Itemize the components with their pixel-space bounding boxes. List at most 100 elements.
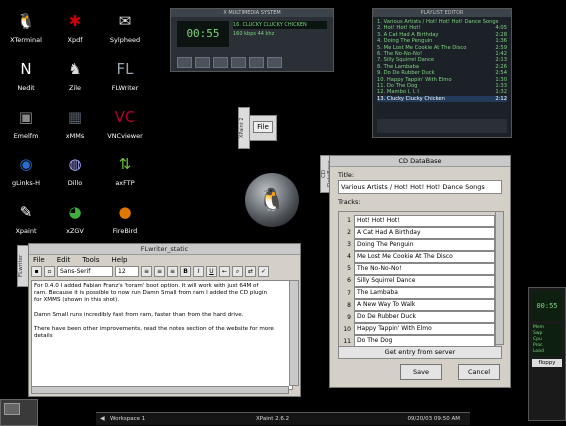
cancel-button[interactable]: Cancel [458, 364, 500, 380]
desktop-icon-flwriter[interactable]: FL FLWriter [97, 56, 153, 92]
flwriter-titlebar[interactable]: FLwriter_static [29, 244, 300, 255]
desktop-icon-label: axFTP [115, 179, 135, 187]
vertical-scrollbar[interactable] [289, 280, 299, 386]
save-icon[interactable]: ▪ [31, 266, 42, 277]
album-title-field[interactable]: Various Artists / Hot! Hot! Hot! Dance S… [338, 180, 502, 194]
stop-button[interactable] [231, 57, 246, 68]
menu-tools[interactable]: Tools [82, 255, 99, 265]
previous-button[interactable] [177, 57, 192, 68]
track-number: 2 [347, 229, 351, 237]
desktop-icon-xpdf[interactable]: ✱ Xpdf [47, 8, 103, 44]
floppy-mount-label[interactable]: floppy [532, 359, 562, 367]
desktop-icon-firebird[interactable]: ● FireBird [97, 199, 153, 235]
menu-edit[interactable]: Edit [57, 255, 71, 265]
desktop-icon-xterminal[interactable]: 🐧 XTerminal [0, 8, 54, 44]
playlist-item[interactable]: 13. Clucky Clucky Chicken 2:12 [377, 95, 507, 103]
track-title-field[interactable]: Do De Rubber Duck [354, 311, 495, 324]
track-title-field[interactable]: The No-No-No! [354, 262, 495, 275]
track-title-field[interactable]: Hot! Hot! Hot! [354, 214, 495, 227]
xmms-playlist[interactable]: PLAYLIST EDITOR 1. Various Artists / Hot… [372, 8, 512, 138]
desktop-icon-label: Emelfm [13, 132, 39, 140]
vnc-icon: VC [114, 107, 136, 126]
xmms-titlebar[interactable]: X MULTIMEDIA SYSTEM [171, 9, 333, 17]
spellcheck-icon[interactable]: ✓ [258, 266, 269, 277]
desktop-icon-xpaint[interactable]: ✎ Xpaint [0, 199, 54, 235]
underline-icon[interactable]: U [206, 266, 217, 277]
dockapps: 00:55 Mem Swp Cpu Proc Load floppy [528, 287, 566, 421]
clock: 09/20/03 09:50 AM [407, 416, 460, 422]
menu-file[interactable]: File [33, 255, 45, 265]
italic-icon[interactable]: I [193, 266, 204, 277]
playlist-titlebar[interactable]: PLAYLIST EDITOR [373, 9, 511, 17]
xpaint-icon: ✎ [19, 202, 33, 221]
prev-workspace-icon[interactable]: ◀ [100, 413, 105, 425]
next-button[interactable] [249, 57, 264, 68]
playlist-footer[interactable] [377, 119, 507, 133]
xpaint-file-button[interactable]: File [253, 121, 273, 133]
xmms-stream-info: 160 kbps 44 khz [233, 31, 274, 37]
document-text-area[interactable]: For 0.4.0 I added Fabian Franz's 'toram'… [31, 280, 293, 390]
bold-icon[interactable]: B [180, 266, 191, 277]
desktop-icon-label: FLWriter [111, 84, 139, 92]
tracks-scrollbar[interactable] [495, 211, 504, 345]
cddb-titlebar[interactable]: CD DataBase [330, 156, 510, 167]
pause-button[interactable] [213, 57, 228, 68]
mail-icon: ✉ [118, 11, 132, 30]
document-line: details [34, 333, 53, 340]
desktop-icon-sylpheed[interactable]: ✉ Sylpheed [97, 8, 153, 44]
desktop-icon-axftp[interactable]: ⇅ axFTP [97, 151, 153, 187]
taskbar-window-title[interactable]: XPaint 2.6.2 [256, 413, 289, 425]
align-right-icon[interactable]: ≡ [167, 266, 178, 277]
menu-help[interactable]: Help [112, 255, 128, 265]
size-select[interactable]: 12 [115, 266, 139, 277]
playlist-item-title: 13. Clucky Clucky Chicken [377, 95, 445, 102]
desktop-icon-vncviewer[interactable]: VC VNCviewer [97, 104, 153, 140]
flwriter-window: FLwriter_static File Edit Tools Help ▪ ▫… [28, 243, 301, 397]
replace-icon[interactable]: ⇄ [245, 266, 256, 277]
align-left-icon[interactable]: ≡ [141, 266, 152, 277]
desktop-icon-glinks-h[interactable]: ◉ gLinks-H [0, 151, 54, 187]
document-line: For 0.4.0 I added Fabian Franz's 'toram'… [34, 283, 259, 289]
font-select[interactable]: Sans-Serif [57, 266, 113, 277]
track-row: 6 Silly Squirrel Dance [339, 274, 495, 287]
align-center-icon[interactable]: ≡ [154, 266, 165, 277]
track-title-field[interactable]: Doing The Penguin [354, 238, 495, 251]
get-entry-button[interactable]: Get entry from server [338, 346, 502, 359]
workspace-pager[interactable] [0, 399, 38, 426]
cd-database-dialog: CD DataBase Title: Various Artists / Hot… [329, 155, 511, 388]
track-row: 4 Me Lost Me Cookie At The Disco [339, 250, 495, 263]
track-row: 2A Cat Had A Birthday [339, 226, 495, 239]
document-line: for XMMS (shown in this shot). [34, 297, 120, 304]
track-title-field[interactable]: A New Way To Walk [354, 299, 495, 312]
track-title-field[interactable]: Silly Squirrel Dance [354, 274, 495, 287]
desktop-icon-zile[interactable]: ♞ Zile [47, 56, 103, 92]
dillo-icon: ◍ [68, 154, 82, 173]
desktop-icon-xzgv[interactable]: ◕ xZGV [47, 199, 103, 235]
track-title-field[interactable]: Happy Tappin' With Elmo [354, 323, 495, 336]
desktop-icon-label: xMMs [65, 132, 85, 140]
desktop-icon-nedit[interactable]: N Nedit [0, 56, 54, 92]
open-icon[interactable]: ▫ [44, 266, 55, 277]
track-title-field[interactable]: A Cat Had A Birthday [354, 226, 495, 239]
workspace-name[interactable]: Workspace 1 [110, 413, 145, 425]
tux-logo-icon: 🐧 [245, 173, 299, 227]
play-button[interactable] [195, 57, 210, 68]
xmms-icon: ▦ [67, 107, 83, 126]
desktop-icon-dillo[interactable]: ◍ Dillo [47, 151, 103, 187]
horizontal-scrollbar[interactable] [31, 386, 289, 394]
track-row: 9 Do De Rubber Duck [339, 311, 495, 324]
eject-button[interactable] [267, 57, 282, 68]
track-row: 5 The No-No-No! [339, 262, 495, 275]
xmms-player[interactable]: X MULTIMEDIA SYSTEM 00:55 16. CLUCKY CLU… [170, 8, 334, 72]
workspace-thumbnail[interactable] [4, 403, 20, 415]
flwriter-icon: FL [116, 59, 134, 78]
track-title-field[interactable]: Me Lost Me Cookie At The Disco [354, 250, 495, 263]
nedit-icon: N [20, 59, 32, 78]
desktop-icon-xmms[interactable]: ▦ xMMs [47, 104, 103, 140]
desktop-icon-emelfm[interactable]: ▣ Emelfm [0, 104, 54, 140]
undo-icon[interactable]: ← [219, 266, 230, 277]
find-icon[interactable]: ⌕ [232, 266, 243, 277]
track-title-field[interactable]: The Lambaba [354, 287, 495, 300]
save-button[interactable]: Save [400, 364, 442, 380]
